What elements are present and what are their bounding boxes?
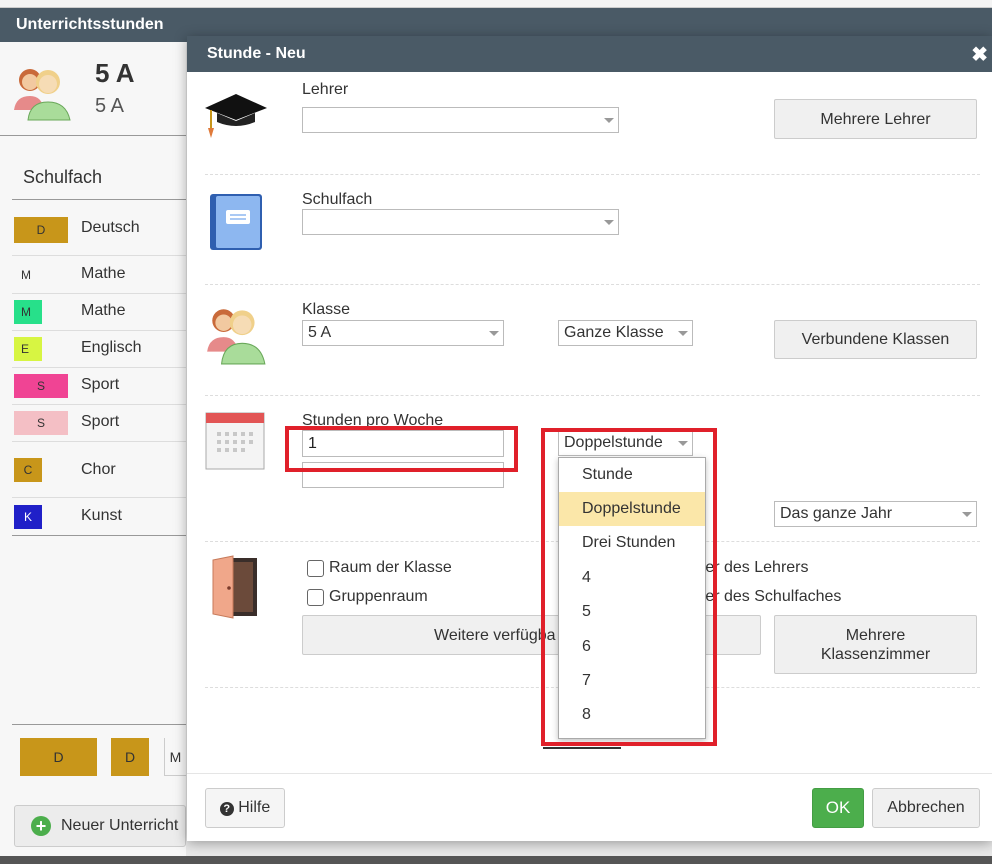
cancel-button[interactable]: Abbrechen (872, 788, 980, 828)
chevron-down-icon (604, 118, 614, 123)
graduation-cap-icon (205, 94, 267, 138)
subject-row[interactable]: M Mathe (12, 257, 186, 294)
subject-badge: C (14, 458, 42, 482)
divider (205, 174, 980, 175)
class-group-select[interactable]: Ganze Klasse (558, 320, 693, 346)
subject-badge: K (14, 505, 42, 529)
subject-name: Kunst (81, 507, 122, 524)
ok-button[interactable]: OK (812, 788, 864, 828)
subject-badge: E (14, 337, 42, 361)
group-room-label: Gruppenraum (329, 588, 428, 605)
new-lesson-button[interactable]: + Neuer Unterricht (14, 805, 186, 847)
lesson-chip[interactable]: D (20, 738, 97, 776)
highlight-box-dropdown (541, 428, 717, 746)
subject-name: Mathe (81, 302, 126, 319)
subject-row[interactable]: E Englisch (12, 331, 186, 368)
room-class-checkbox[interactable] (307, 560, 324, 577)
lesson-chip[interactable]: M (164, 738, 186, 776)
close-icon[interactable]: ✖ (971, 36, 988, 74)
room-class-label: Raum der Klasse (329, 559, 452, 576)
subject-select[interactable] (302, 209, 619, 235)
multiple-rooms-line2: Klassenzimmer (820, 645, 931, 663)
subject-name: Mathe (81, 265, 126, 282)
class-select-value: 5 A (308, 324, 332, 341)
multiple-rooms-line1: Mehrere (845, 626, 906, 644)
chevron-down-icon (962, 512, 972, 517)
subject-row[interactable]: C Chor (12, 443, 186, 498)
chevron-down-icon (678, 331, 688, 336)
subject-name: Sport (81, 376, 120, 393)
subject-row[interactable]: S Sport (12, 368, 186, 405)
divider (0, 135, 186, 136)
subject-badge: M (14, 263, 44, 287)
help-label: Hilfe (238, 799, 271, 816)
subject-column-header: Schulfach (23, 167, 103, 187)
subject-badge: S (14, 374, 68, 398)
class-title: 5 A (95, 58, 135, 88)
book-icon (210, 194, 262, 250)
subject-row[interactable]: D Deutsch (12, 210, 186, 256)
subject-badge: S (14, 411, 68, 435)
multiple-teachers-button[interactable]: Mehrere Lehrer (774, 99, 977, 139)
bottom-bar (0, 856, 992, 864)
new-lesson-label: Neuer Unterricht (61, 817, 179, 834)
calendar-icon (205, 412, 265, 470)
divider (205, 284, 980, 285)
door-icon (212, 555, 257, 619)
help-button[interactable]: ? Hilfe (205, 788, 285, 828)
divider (12, 199, 186, 200)
chevron-down-icon (489, 331, 499, 336)
class-avatar-icon (14, 69, 71, 121)
teacher-label: Lehrer (302, 81, 349, 98)
linked-classes-button[interactable]: Verbundene Klassen (774, 320, 977, 359)
highlight-box-hours (285, 426, 518, 472)
group-room-checkbox[interactable] (307, 589, 324, 606)
question-circle-icon: ? (219, 802, 234, 816)
top-strip (0, 0, 992, 8)
class-group-value: Ganze Klasse (564, 324, 664, 341)
subject-row[interactable]: S Sport (12, 405, 186, 442)
teacher-select[interactable] (302, 107, 619, 133)
subject-row[interactable]: M Mathe (12, 294, 186, 331)
partial-input-underline (543, 747, 621, 749)
period-value: Das ganze Jahr (780, 505, 893, 522)
dialog-title: Stunde - Neu (187, 36, 992, 72)
subject-name: Deutsch (81, 219, 140, 236)
divider (12, 724, 186, 725)
subject-name: Englisch (81, 339, 142, 356)
new-lesson-dialog: Stunde - Neu ✖ Lehrer Mehrere Lehrer Sch… (187, 36, 992, 841)
subject-badge: D (14, 217, 68, 243)
subject-name: Sport (81, 413, 120, 430)
multiple-rooms-button[interactable]: Mehrere Klassenzimmer (774, 615, 977, 674)
class-select[interactable]: 5 A (302, 320, 504, 346)
class-subtitle: 5 A (95, 95, 124, 117)
class-label: Klasse (302, 301, 351, 318)
subject-label: Schulfach (302, 191, 373, 208)
subject-badge: M (14, 300, 42, 324)
footer-divider (187, 773, 992, 774)
chevron-down-icon (604, 220, 614, 225)
plus-circle-icon: + (31, 816, 51, 836)
lesson-chip[interactable]: D (111, 738, 149, 776)
class-icon (207, 309, 266, 365)
subject-name: Chor (81, 461, 116, 478)
divider (205, 395, 980, 396)
period-select[interactable]: Das ganze Jahr (774, 501, 977, 527)
subject-row[interactable]: K Kunst (12, 499, 186, 536)
